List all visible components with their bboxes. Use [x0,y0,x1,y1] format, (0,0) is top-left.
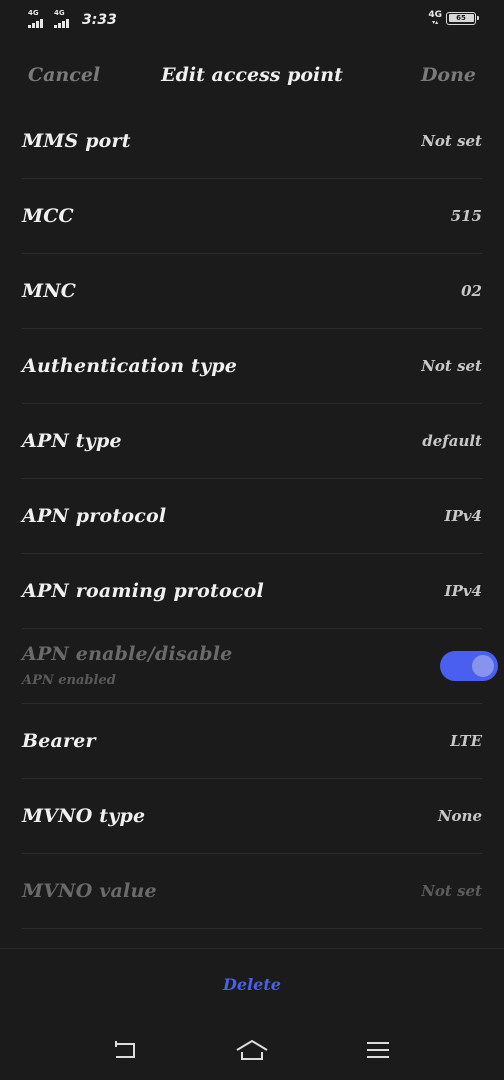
setting-row-mcc[interactable]: MCC 515 [22,179,482,254]
setting-sublabel: APN enabled [22,673,116,688]
setting-label: MVNO value [22,880,157,902]
setting-label: APN protocol [22,505,167,527]
toggle-knob [472,655,494,677]
back-icon[interactable] [105,1036,145,1064]
setting-value: IPv4 [444,507,482,525]
setting-label: MMS port [22,130,131,152]
setting-value: default [422,432,482,450]
sim2-network-label: 4G [54,9,65,17]
home-icon[interactable] [232,1036,272,1064]
setting-label: MCC [22,205,74,227]
setting-value: Not set [421,882,482,900]
setting-row-apn-type[interactable]: APN type default [22,404,482,479]
setting-label: APN enable/disable [22,643,233,665]
status-left: 4G 4G 3:33 [28,10,117,28]
menu-icon[interactable] [358,1036,398,1064]
setting-value: Not set [421,357,482,375]
setting-value: IPv4 [444,582,482,600]
apn-enable-toggle[interactable] [440,651,498,681]
setting-label: Bearer [22,730,96,752]
setting-row-mms-port[interactable]: MMS port Not set [22,104,482,179]
sim1-signal-icon: 4G [28,10,50,28]
setting-value: None [437,807,482,825]
setting-label: APN type [22,430,122,452]
setting-row-mnc[interactable]: MNC 02 [22,254,482,329]
setting-row-authentication-type[interactable]: Authentication type Not set [22,329,482,404]
network-data-icon: 4G ▾▴ [428,10,442,26]
setting-row-apn-roaming-protocol[interactable]: APN roaming protocol IPv4 [22,554,482,629]
divider [0,948,504,949]
setting-value: LTE [450,732,482,750]
status-time: 3:33 [82,12,117,28]
status-right: 4G ▾▴ 65 [428,10,479,26]
navigation-bar [0,1020,504,1080]
setting-row-bearer[interactable]: Bearer LTE [22,704,482,779]
setting-value: 515 [450,207,482,225]
done-button[interactable]: Done [421,64,476,86]
setting-row-mvno-type[interactable]: MVNO type None [22,779,482,854]
setting-label: MNC [22,280,77,302]
setting-label: Authentication type [22,355,238,377]
header: Cancel Edit access point Done [0,48,504,104]
setting-value: 02 [461,282,482,300]
battery-level: 65 [448,14,474,22]
setting-label: APN roaming protocol [22,580,264,602]
battery-icon: 65 [446,11,479,25]
status-bar: 4G 4G 3:33 4G ▾▴ 65 [0,0,504,40]
sim2-signal-icon: 4G [54,10,76,28]
apn-settings-list: MMS port Not set MCC 515 MNC 02 Authenti… [0,104,504,929]
setting-label: MVNO type [22,805,146,827]
sim1-network-label: 4G [28,9,39,17]
setting-row-apn-enable: APN enable/disable APN enabled [22,629,498,704]
setting-value: Not set [421,132,482,150]
delete-button[interactable]: Delete [0,974,504,995]
setting-row-mvno-value: MVNO value Not set [22,854,482,929]
setting-row-apn-protocol[interactable]: APN protocol IPv4 [22,479,482,554]
